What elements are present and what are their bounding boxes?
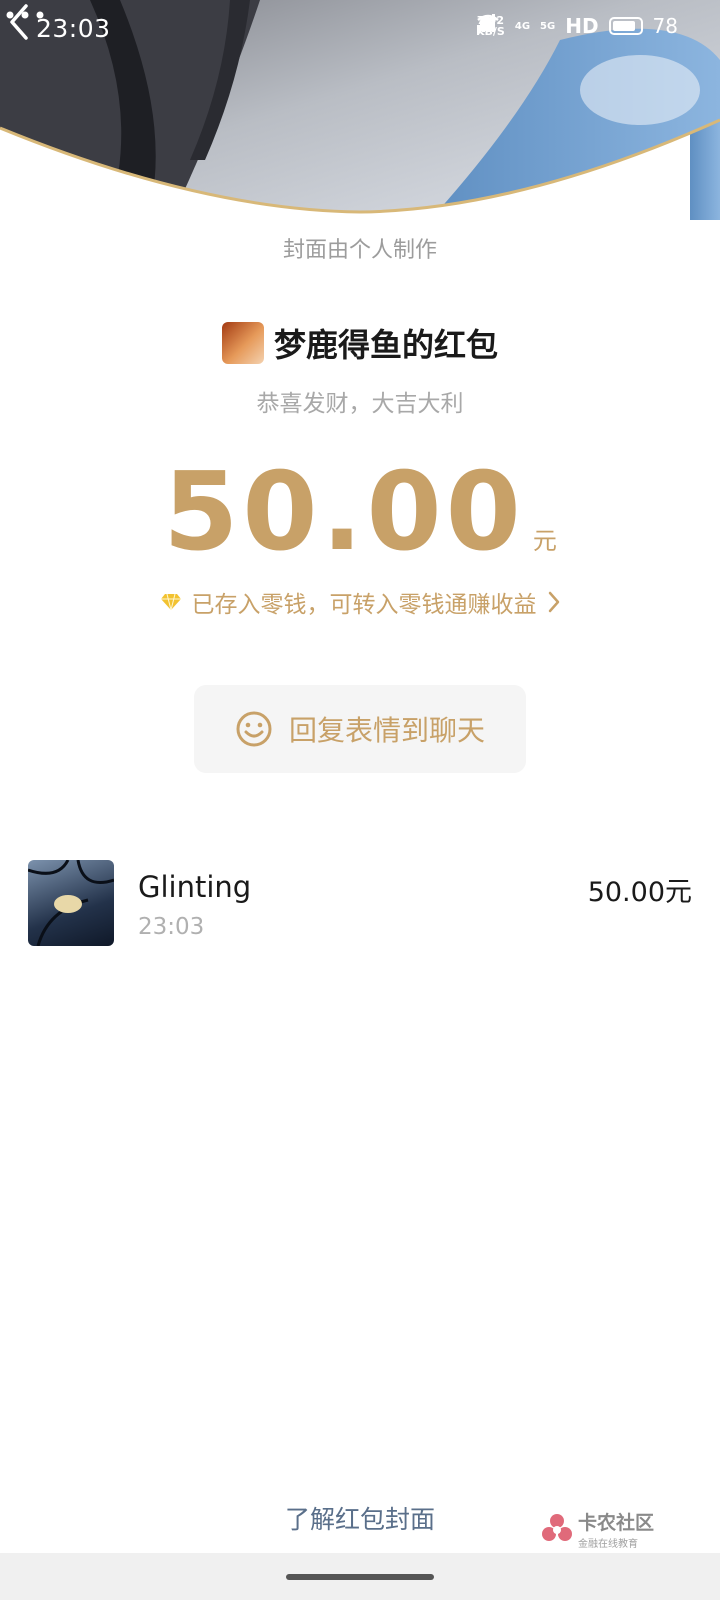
signal-bars-icon (477, 14, 495, 32)
amount-display: 50.00 元 (0, 450, 720, 575)
receive-amount: 50.00元 (587, 877, 692, 908)
more-options-button[interactable] (0, 0, 50, 30)
reply-label: 回复表情到聊天 (288, 714, 485, 747)
sender-avatar (221, 322, 264, 364)
saved-to-change-link[interactable]: 已存入零钱，可转入零钱通赚收益 (0, 585, 720, 619)
signal-5g: 5G (540, 20, 556, 32)
smile-icon (236, 711, 272, 747)
list-item[interactable]: Glinting 23:03 50.00元 (28, 860, 692, 946)
battery-level: 78 (652, 14, 678, 38)
saved-note: 已存入零钱，可转入零钱通赚收益 (191, 592, 537, 618)
receive-time: 23:03 (138, 914, 205, 940)
signal-4g: 4G (514, 20, 531, 32)
home-indicator[interactable] (286, 1574, 434, 1580)
blessing-text: 恭喜发财，大吉大利 (256, 391, 464, 417)
sender-title: 梦鹿得鱼的红包 (273, 326, 498, 364)
status-icons: 7.92 KB/S 4G 5G HD (476, 14, 678, 38)
receiver-avatar (28, 860, 114, 946)
system-nav-bar (0, 1553, 720, 1600)
sender-row: 梦鹿得鱼的红包 (0, 320, 720, 366)
status-bar: 23:03 7.92 KB/S 4G 5G (0, 0, 720, 60)
diamond-icon (160, 593, 181, 611)
watermark-subtitle: 金融在线教育 (578, 1539, 638, 1550)
hd-badge: HD (565, 14, 599, 38)
watermark-title: 卡农社区 (578, 1512, 655, 1534)
battery-icon (608, 17, 643, 35)
watermark-logo-icon (542, 1514, 572, 1541)
watermark: 卡农社区 金融在线教育 (540, 1508, 654, 1550)
amount-unit: 元 (532, 527, 557, 555)
chevron-right-icon (548, 591, 559, 613)
receiver-name: Glinting (138, 870, 252, 904)
reply-sticker-button[interactable]: 回复表情到聊天 (194, 685, 526, 773)
amount-value: 50.00 (163, 450, 525, 575)
cover-credit-text: 封面由个人制作 (282, 238, 437, 263)
cover-header: 23:03 7.92 KB/S 4G 5G (0, 0, 720, 220)
